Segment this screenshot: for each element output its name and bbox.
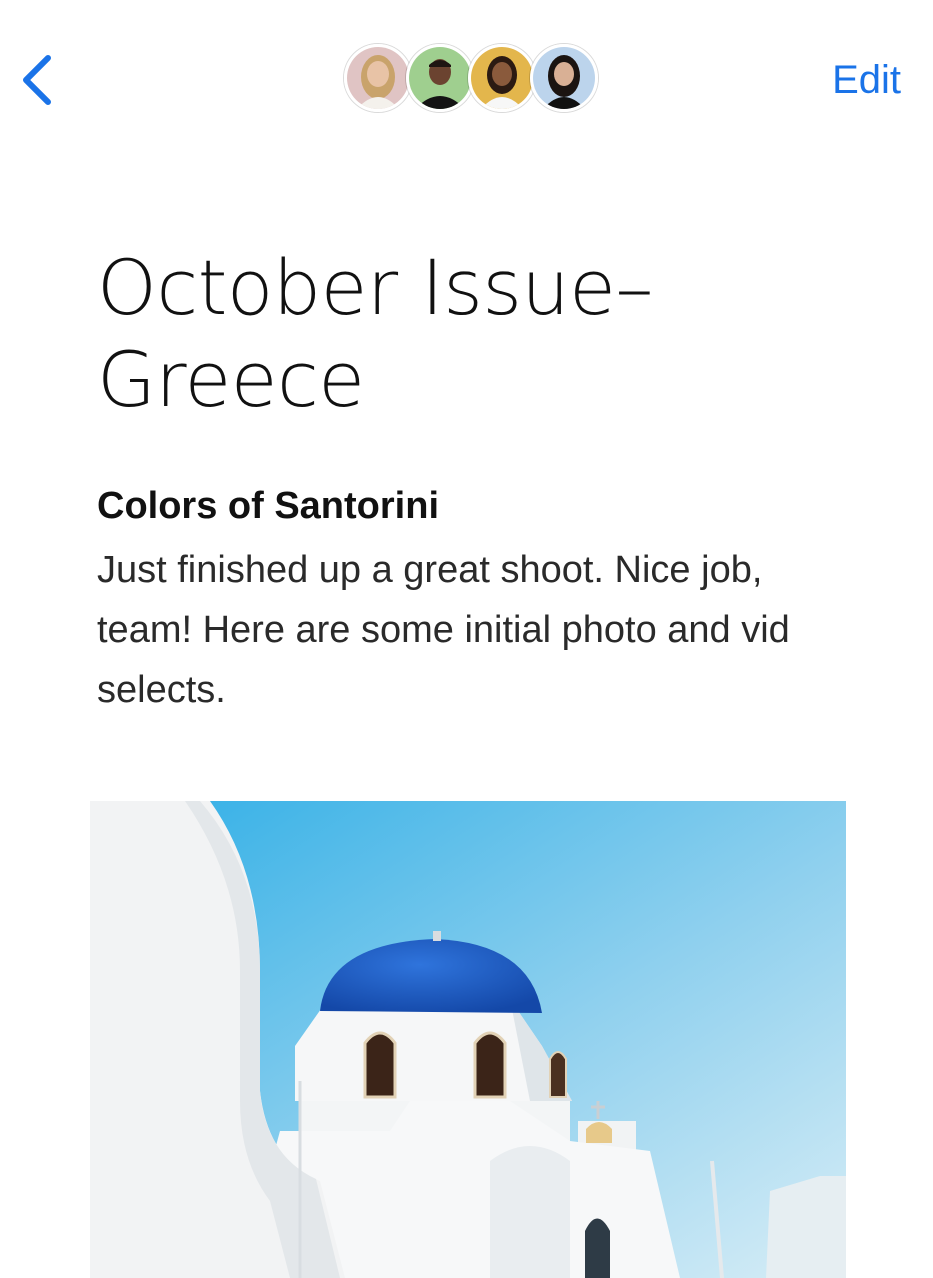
- chevron-left-icon: [23, 55, 51, 105]
- back-button[interactable]: [14, 44, 68, 114]
- title-line-1: October Issue–: [97, 243, 653, 332]
- note-screen: Edit October Issue– Greece Colors of San…: [0, 0, 933, 1278]
- santorini-photo[interactable]: [90, 801, 846, 1278]
- person-avatar-2: [409, 47, 471, 109]
- avatar[interactable]: [468, 44, 536, 112]
- person-avatar-4: [533, 47, 595, 109]
- edit-button[interactable]: Edit: [832, 56, 901, 104]
- section-heading[interactable]: Colors of Santorini: [97, 482, 439, 530]
- avatar[interactable]: [406, 44, 474, 112]
- collaborator-avatars[interactable]: [344, 44, 598, 114]
- avatar[interactable]: [530, 44, 598, 112]
- section-body-text[interactable]: Just finished up a great shoot. Nice job…: [97, 540, 817, 720]
- navigation-bar: Edit: [0, 0, 933, 150]
- photo-image: [90, 801, 846, 1278]
- page-title[interactable]: October Issue– Greece: [97, 242, 857, 426]
- avatar[interactable]: [344, 44, 412, 112]
- person-avatar-1: [347, 47, 409, 109]
- person-avatar-3: [471, 47, 533, 109]
- title-line-2: Greece: [97, 335, 365, 424]
